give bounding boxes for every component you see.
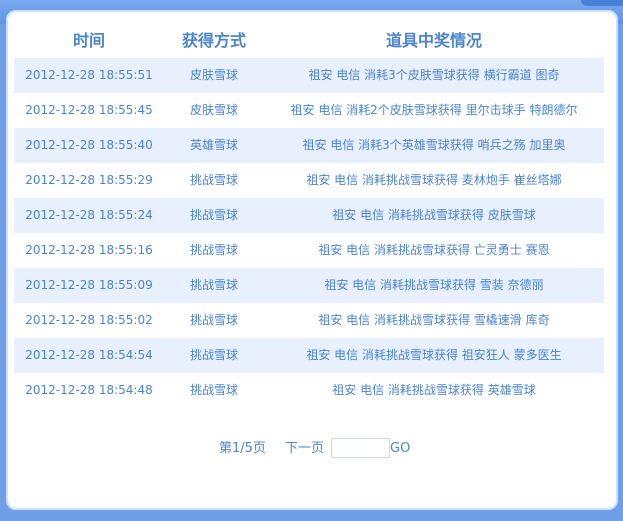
cell-prize: 祖安 电信 消耗挑战雪球获得 亡灵勇士 赛恩 xyxy=(318,243,550,257)
cell-method: 皮肤雪球 xyxy=(189,68,238,82)
header-prize: 道具中奖情况 xyxy=(385,31,482,50)
header-method: 获得方式 xyxy=(181,31,246,50)
cell-time: 2012-12-28 18:55:09 xyxy=(25,278,153,292)
table-row: 2012-12-28 18:55:24 挑战雪球 祖安 电信 消耗挑战雪球获得 … xyxy=(14,198,604,233)
cell-prize: 祖安 电信 消耗挑战雪球获得 皮肤雪球 xyxy=(332,208,536,222)
cell-method: 挑战雪球 xyxy=(189,243,238,257)
cell-time: 2012-12-28 18:55:40 xyxy=(25,138,153,152)
cell-time: 2012-12-28 18:55:16 xyxy=(25,243,153,257)
table-row: 2012-12-28 18:55:51 皮肤雪球 祖安 电信 消耗3个皮肤雪球获… xyxy=(14,58,604,93)
cell-method: 挑战雪球 xyxy=(189,208,238,222)
cell-prize: 祖安 电信 消耗2个皮肤雪球获得 里尔击球手 特朗德尔 xyxy=(290,103,578,117)
table-row: 2012-12-28 18:55:45 皮肤雪球 祖安 电信 消耗2个皮肤雪球获… xyxy=(14,93,604,128)
cell-time: 2012-12-28 18:54:54 xyxy=(25,348,153,362)
cell-time: 2012-12-28 18:55:45 xyxy=(25,103,153,117)
table-row: 2012-12-28 18:55:09 挑战雪球 祖安 电信 消耗挑战雪球获得 … xyxy=(14,268,604,303)
cell-method: 挑战雪球 xyxy=(189,383,238,397)
cell-time: 2012-12-28 18:55:02 xyxy=(25,313,153,327)
cell-time: 2012-12-28 18:55:51 xyxy=(25,68,153,82)
cell-time: 2012-12-28 18:55:24 xyxy=(25,208,153,222)
cell-prize: 祖安 电信 消耗3个皮肤雪球获得 横行霸道 图奇 xyxy=(308,68,560,82)
pagination: 第1/5页 下一页 GO xyxy=(0,438,623,460)
cell-method: 挑战雪球 xyxy=(189,313,238,327)
cell-prize: 祖安 电信 消耗挑战雪球获得 麦林炮手 崔丝塔娜 xyxy=(306,173,562,187)
table-row: 2012-12-28 18:54:54 挑战雪球 祖安 电信 消耗挑战雪球获得 … xyxy=(14,338,604,373)
corner-tab xyxy=(581,0,623,6)
table-header: 时间 获得方式 道具中奖情况 xyxy=(14,28,604,54)
table-row: 2012-12-28 18:55:29 挑战雪球 祖安 电信 消耗挑战雪球获得 … xyxy=(14,163,604,198)
page-number-input[interactable] xyxy=(331,438,390,458)
table-body: 2012-12-28 18:55:51 皮肤雪球 祖安 电信 消耗3个皮肤雪球获… xyxy=(14,58,604,408)
cell-prize: 祖安 电信 消耗3个英雄雪球获得 哨兵之殇 加里奥 xyxy=(302,138,566,152)
page-indicator: 第1/5页 xyxy=(219,441,266,456)
table-row: 2012-12-28 18:55:40 英雄雪球 祖安 电信 消耗3个英雄雪球获… xyxy=(14,128,604,163)
cell-prize: 祖安 电信 消耗挑战雪球获得 雪装 奈德丽 xyxy=(324,278,544,292)
cell-method: 英雄雪球 xyxy=(189,138,238,152)
cell-method: 挑战雪球 xyxy=(189,173,238,187)
cell-prize: 祖安 电信 消耗挑战雪球获得 祖安狂人 蒙多医生 xyxy=(306,348,562,362)
go-button[interactable]: GO xyxy=(390,438,410,460)
header-time: 时间 xyxy=(72,31,105,50)
cell-method: 挑战雪球 xyxy=(189,348,238,362)
table-row: 2012-12-28 18:55:02 挑战雪球 祖安 电信 消耗挑战雪球获得 … xyxy=(14,303,604,338)
cell-time: 2012-12-28 18:55:29 xyxy=(25,173,153,187)
cell-time: 2012-12-28 18:54:48 xyxy=(25,383,153,397)
table-row: 2012-12-28 18:54:48 挑战雪球 祖安 电信 消耗挑战雪球获得 … xyxy=(14,373,604,408)
next-page-link[interactable]: 下一页 xyxy=(285,438,324,460)
table-row: 2012-12-28 18:55:16 挑战雪球 祖安 电信 消耗挑战雪球获得 … xyxy=(14,233,604,268)
cell-method: 皮肤雪球 xyxy=(189,103,238,117)
cell-prize: 祖安 电信 消耗挑战雪球获得 英雄雪球 xyxy=(332,383,536,397)
cell-prize: 祖安 电信 消耗挑战雪球获得 雪橇速滑 库奇 xyxy=(318,313,550,327)
cell-method: 挑战雪球 xyxy=(189,278,238,292)
